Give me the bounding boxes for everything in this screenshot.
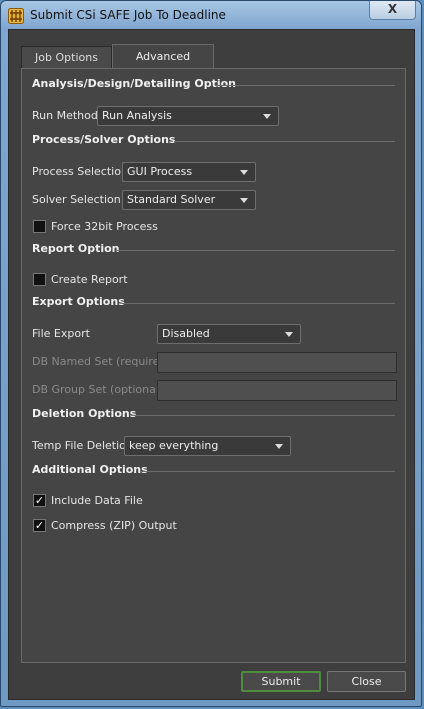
tab-job-options[interactable]: Job Options [21,46,112,68]
db-group-set-label: DB Group Set (optional) [32,383,164,396]
chevron-down-icon [263,114,271,119]
close-button[interactable]: Close [327,671,406,692]
temp-file-deletion-value: keep everything [129,439,219,452]
deadline-app-icon [8,8,24,24]
window-close-button[interactable]: X [369,1,416,20]
chevron-down-icon [240,170,248,175]
run-method-dropdown[interactable]: Run Analysis [97,106,279,126]
compress-output-checkbox[interactable]: ✓ [33,519,46,532]
window-title: Submit CSi SAFE Job To Deadline [30,8,226,22]
chevron-down-icon [240,198,248,203]
title-bar[interactable]: Submit CSi SAFE Job To Deadline X [1,1,421,29]
section-export-title: Export Options [32,295,125,308]
chevron-down-icon [285,332,293,337]
solver-selection-label: Solver Selection [32,193,121,206]
temp-file-deletion-dropdown[interactable]: keep everything [124,436,291,456]
file-export-label: File Export [32,327,90,340]
process-selection-value: GUI Process [127,165,193,178]
dialog-window: Submit CSi SAFE Job To Deadline X Job Op… [0,0,422,707]
run-method-value: Run Analysis [102,109,172,122]
db-group-set-field[interactable] [157,380,397,401]
compress-output-label: Compress (ZIP) Output [51,519,177,532]
section-divider [215,85,395,86]
db-named-set-field[interactable] [157,352,397,373]
section-divider [122,303,395,304]
force-32bit-checkbox[interactable] [33,220,46,233]
advanced-options-panel: Analysis/Design/Detailing Option Run Met… [21,68,406,663]
section-report-title: Report Option [32,242,120,255]
solver-selection-dropdown[interactable]: Standard Solver [122,190,256,210]
run-method-label: Run Method [32,109,98,122]
section-divider [174,141,395,142]
file-export-value: Disabled [162,327,210,340]
section-deletion-title: Deletion Options [32,407,137,420]
temp-file-deletion-label: Temp File Deletion [32,439,133,452]
submit-button[interactable]: Submit [241,671,321,692]
db-named-set-label: DB Named Set (required) [32,355,171,368]
section-divider [117,250,395,251]
section-analysis-title: Analysis/Design/Detailing Option [32,77,236,90]
process-selection-dropdown[interactable]: GUI Process [122,162,256,182]
section-additional-title: Additional Options [32,463,148,476]
create-report-label: Create Report [51,273,128,286]
include-data-file-label: Include Data File [51,494,143,507]
create-report-checkbox[interactable] [33,273,46,286]
section-process-title: Process/Solver Options [32,133,176,146]
force-32bit-label: Force 32bit Process [51,220,158,233]
dialog-body: Job Options Advanced Options Analysis/De… [8,29,415,700]
chevron-down-icon [275,444,283,449]
include-data-file-checkbox[interactable]: ✓ [33,494,46,507]
tab-advanced-options[interactable]: Advanced Options [112,44,214,87]
process-selection-label: Process Selection [32,165,128,178]
section-divider [140,471,395,472]
section-divider [132,415,395,416]
file-export-dropdown[interactable]: Disabled [157,324,301,344]
solver-selection-value: Standard Solver [127,193,216,206]
